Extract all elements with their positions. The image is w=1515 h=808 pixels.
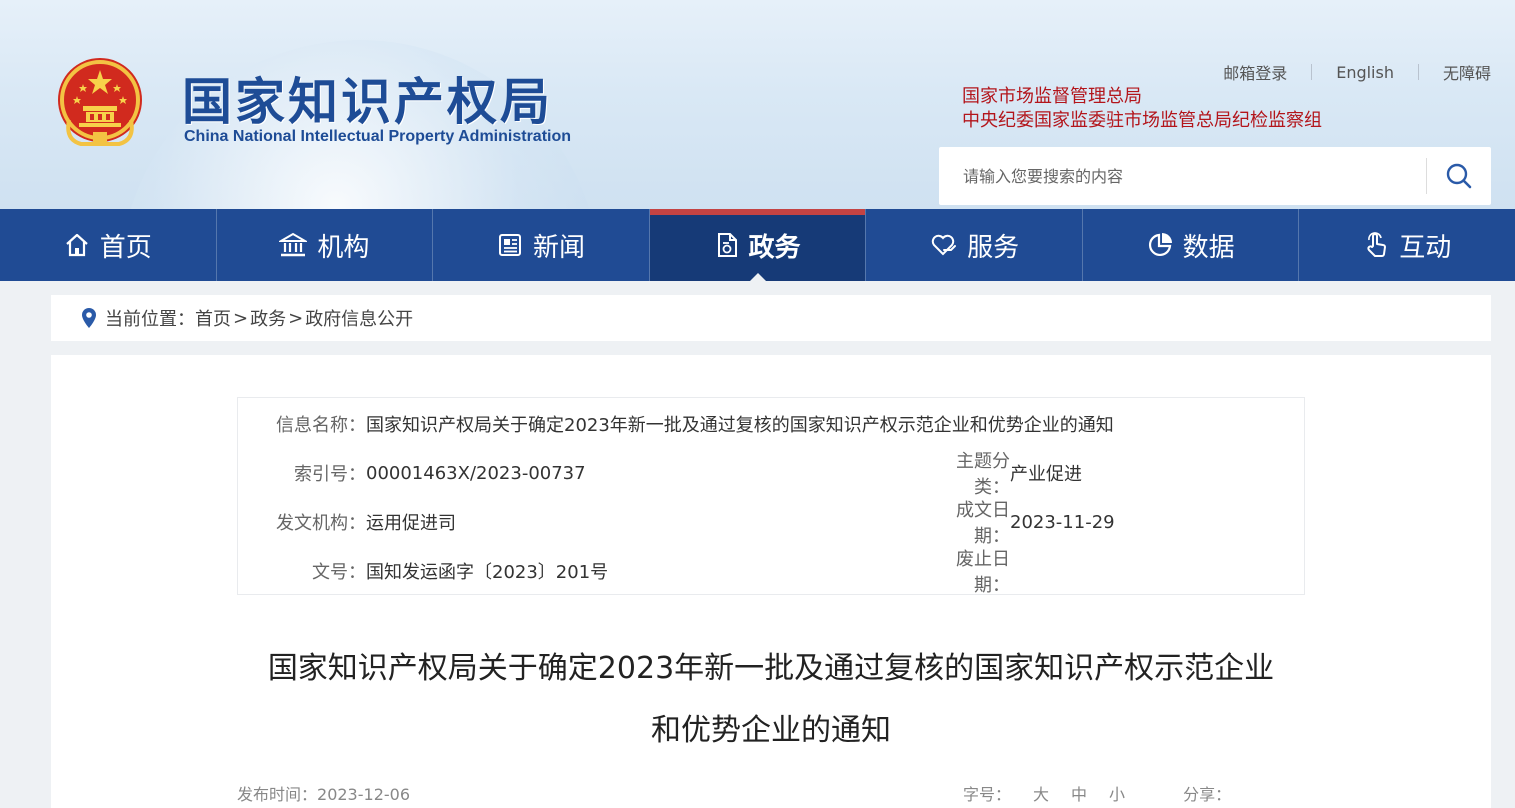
font-size-small-button[interactable]: 小 bbox=[1109, 781, 1125, 805]
article-title-line: 国家知识产权局关于确定2023年新一批及通过复核的国家知识产权示范企业 bbox=[267, 651, 1275, 686]
info-label: 文号： bbox=[312, 562, 366, 583]
search-box bbox=[939, 147, 1491, 205]
publish-label: 发布时间： bbox=[237, 785, 318, 804]
site-header: 国家知识产权局 China National Intellectual Prop… bbox=[0, 0, 1515, 209]
info-value: 2023-11-29 bbox=[1010, 511, 1115, 533]
info-table: 信息名称： 国家知识产权局关于确定2023年新一批及通过复核的国家知识产权示范企… bbox=[237, 397, 1305, 596]
discipline-inspection-link[interactable]: 中央纪委国家监委驻市场监管总局纪检监察组 bbox=[962, 109, 1322, 133]
nav-service[interactable]: 服务 bbox=[866, 209, 1083, 281]
font-size-controls: 字号： 大 中 小 分享： bbox=[963, 781, 1231, 805]
info-label: 信息名称： bbox=[276, 415, 366, 436]
breadcrumb: 当前位置： 首页 > 政务 > 政府信息公开 bbox=[51, 295, 1491, 341]
breadcrumb-prefix: 当前位置： bbox=[105, 309, 195, 330]
pointer-hand-icon bbox=[1367, 232, 1387, 257]
share-label: 分享： bbox=[1183, 785, 1232, 804]
nav-label: 互动 bbox=[1399, 232, 1452, 263]
info-row-docno: 文号： 国知发运函字〔2023〕201号 bbox=[238, 559, 608, 583]
nav-label: 服务 bbox=[967, 232, 1020, 263]
breadcrumb-info-disclosure[interactable]: 政府信息公开 bbox=[305, 305, 413, 331]
info-row-date: 成文日期： 2023-11-29 bbox=[924, 500, 1115, 547]
top-links: 邮箱登录 English 无障碍 bbox=[1223, 60, 1491, 84]
nav-label: 政务 bbox=[748, 232, 801, 263]
info-value: 国知发运函字〔2023〕201号 bbox=[366, 562, 609, 583]
pie-chart-icon bbox=[1148, 233, 1172, 257]
info-row-name: 信息名称： 国家知识产权局关于确定2023年新一批及通过复核的国家知识产权示范企… bbox=[238, 412, 1114, 436]
article-title-line: 和优势企业的通知 bbox=[651, 713, 891, 748]
info-label: 发文机构： bbox=[276, 513, 366, 534]
nav-news[interactable]: 新闻 bbox=[433, 209, 650, 281]
nav-interaction[interactable]: 互动 bbox=[1299, 209, 1515, 281]
home-icon bbox=[66, 233, 88, 257]
font-size-label: 字号： bbox=[963, 785, 1012, 804]
info-label: 索引号： bbox=[294, 464, 366, 485]
newspaper-icon bbox=[498, 234, 521, 256]
national-emblem-icon[interactable] bbox=[55, 56, 145, 148]
search-button[interactable] bbox=[1427, 147, 1491, 205]
nav-home[interactable]: 首页 bbox=[0, 209, 217, 281]
location-pin-icon bbox=[82, 308, 96, 328]
info-value: 产业促进 bbox=[1010, 464, 1082, 485]
main-nav: 首页 机构 新闻 政务 服务 数据 互动 bbox=[0, 209, 1515, 282]
info-label: 废止日期： bbox=[956, 549, 1010, 596]
info-row-topic: 主题分类： 产业促进 bbox=[924, 451, 1082, 498]
info-label: 成文日期： bbox=[956, 500, 1010, 547]
info-value: 00001463X/2023-00737 bbox=[366, 462, 586, 484]
english-link[interactable]: English bbox=[1336, 63, 1394, 82]
font-size-large-button[interactable]: 大 bbox=[1033, 781, 1049, 805]
samr-link[interactable]: 国家市场监督管理总局 bbox=[962, 85, 1322, 109]
related-links: 国家市场监督管理总局 中央纪委国家监委驻市场监管总局纪检监察组 bbox=[962, 85, 1322, 133]
divider bbox=[1311, 64, 1313, 80]
nav-label: 机构 bbox=[317, 232, 370, 263]
institution-icon bbox=[279, 232, 308, 257]
publish-time: 发布时间：2023-12-06 bbox=[237, 781, 410, 805]
search-icon bbox=[1446, 163, 1472, 189]
article-title: 国家知识产权局关于确定2023年新一批及通过复核的国家知识产权示范企业 和优势企… bbox=[51, 638, 1491, 762]
nav-government-affairs[interactable]: 政务 bbox=[649, 209, 867, 282]
main-content: 信息名称： 国家知识产权局关于确定2023年新一批及通过复核的国家知识产权示范企… bbox=[51, 355, 1491, 808]
nav-label: 新闻 bbox=[532, 232, 585, 263]
publish-value: 2023-12-06 bbox=[317, 785, 410, 804]
info-row-index: 索引号： 00001463X/2023-00737 bbox=[238, 461, 586, 486]
info-row-issuer: 发文机构： 运用促进司 bbox=[238, 510, 456, 534]
info-value: 运用促进司 bbox=[366, 513, 456, 534]
search-input[interactable] bbox=[939, 147, 1426, 205]
nav-data[interactable]: 数据 bbox=[1083, 209, 1300, 281]
accessibility-link[interactable]: 无障碍 bbox=[1443, 60, 1491, 84]
site-subtitle: China National Intellectual Property Adm… bbox=[184, 128, 572, 145]
nav-institution[interactable]: 机构 bbox=[217, 209, 434, 281]
document-icon bbox=[717, 233, 737, 257]
nav-label: 首页 bbox=[99, 232, 152, 263]
info-value: 国家知识产权局关于确定2023年新一批及通过复核的国家知识产权示范企业和优势企业… bbox=[366, 415, 1114, 436]
breadcrumb-separator: > bbox=[288, 307, 304, 329]
info-row-expire: 废止日期： bbox=[924, 549, 1010, 596]
nav-label: 数据 bbox=[1182, 232, 1235, 263]
font-size-medium-button[interactable]: 中 bbox=[1071, 781, 1087, 805]
breadcrumb-government-affairs[interactable]: 政务 bbox=[250, 305, 286, 331]
site-title[interactable]: 国家知识产权局 bbox=[182, 62, 553, 134]
divider bbox=[1417, 64, 1419, 80]
breadcrumb-home[interactable]: 首页 bbox=[195, 305, 231, 331]
email-login-link[interactable]: 邮箱登录 bbox=[1223, 60, 1287, 84]
heart-hand-icon bbox=[931, 234, 957, 256]
breadcrumb-separator: > bbox=[233, 307, 249, 329]
info-label: 主题分类： bbox=[956, 451, 1010, 498]
